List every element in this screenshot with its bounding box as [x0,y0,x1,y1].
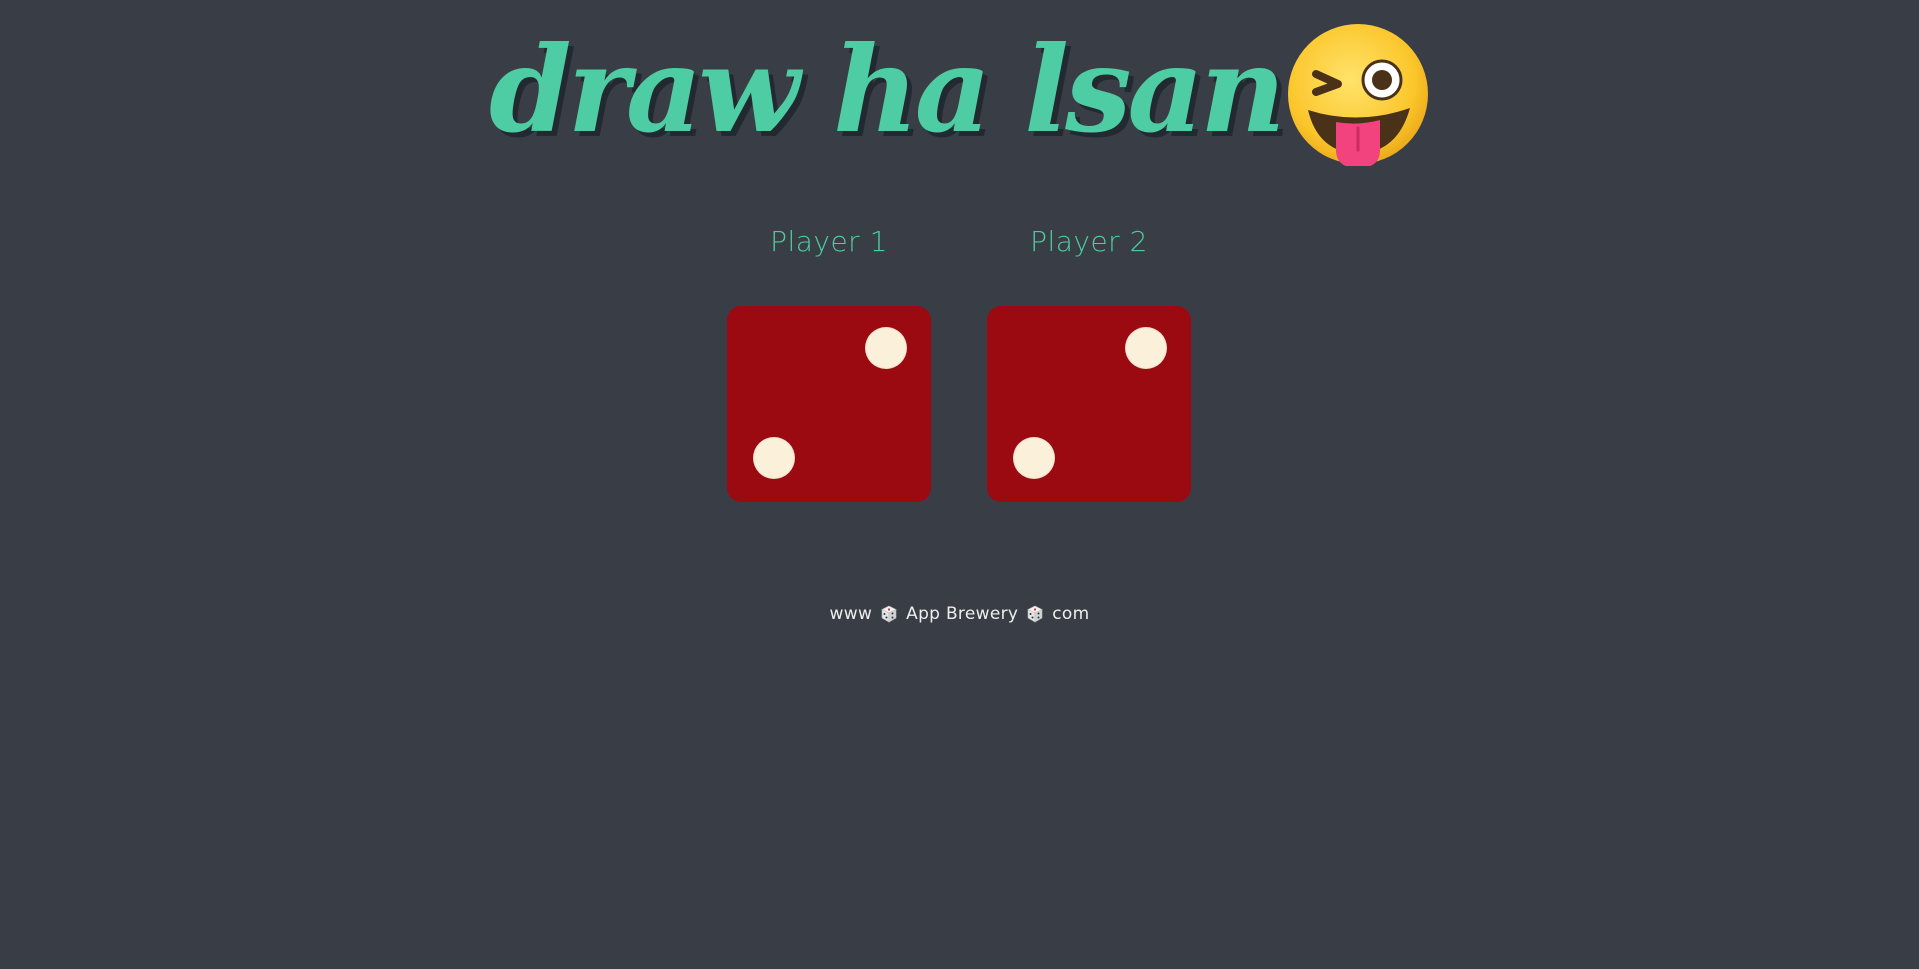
die-pip [753,437,795,479]
die-pip [1125,327,1167,369]
player-1-panel: Player 1 [727,225,931,505]
dice-icon [1026,605,1044,623]
player-1-die [727,306,931,502]
page-header: draw ha lsan [0,10,1919,170]
footer-brand: App Brewery [906,604,1019,624]
die-pip [1013,437,1055,479]
winking-face-with-tongue-icon [1286,22,1430,166]
footer-www: www [829,604,873,624]
dice-icon [880,605,898,623]
footer-com: com [1052,604,1090,624]
player-2-die [987,306,1191,502]
player-2-panel: Player 2 [987,225,1191,505]
footer: www App Brewery com [0,604,1919,624]
page-title: draw ha lsan [489,20,1286,159]
player-1-label: Player 1 [770,225,888,258]
die-pip [865,327,907,369]
player-2-label: Player 2 [1030,225,1148,258]
